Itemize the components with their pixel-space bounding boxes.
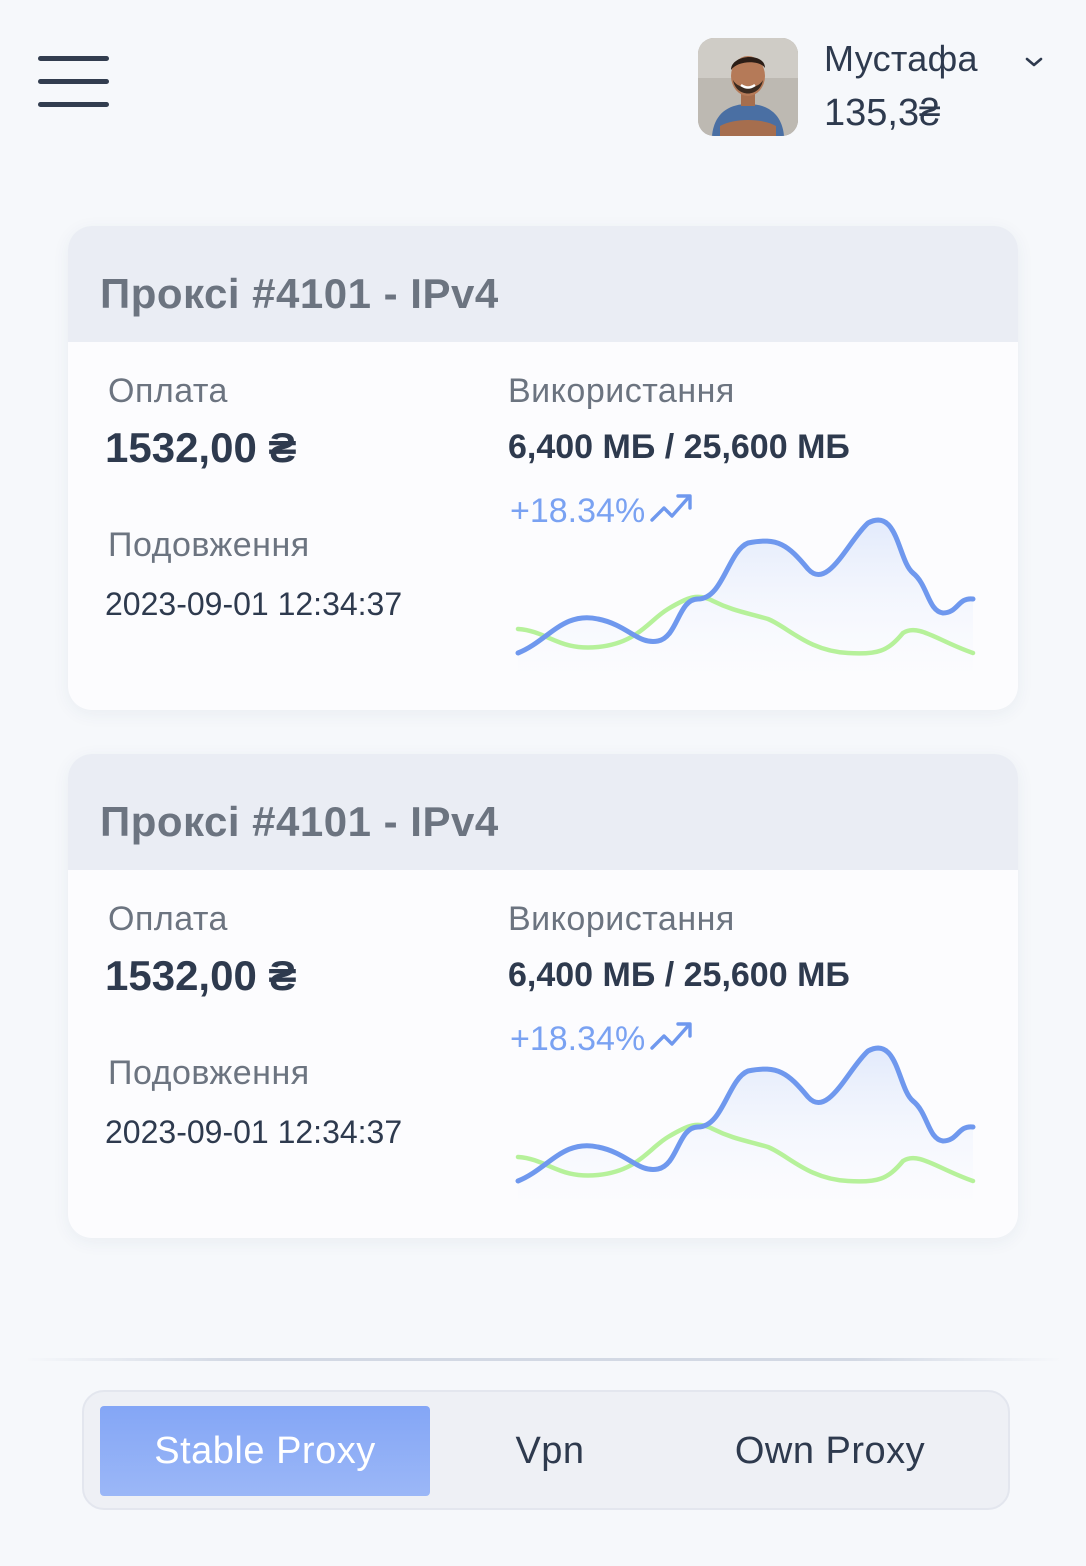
extension-value: 2023-09-01 12:34:37 <box>105 586 403 622</box>
usage-sparkline <box>515 517 976 671</box>
payment-label: Оплата <box>108 900 228 938</box>
chevron-down-icon[interactable] <box>1022 50 1046 74</box>
hamburger-menu-icon <box>38 56 109 61</box>
usage-sparkline <box>515 1045 976 1199</box>
bottom-divider <box>24 1358 1062 1361</box>
usage-label: Використання <box>508 372 735 410</box>
avatar[interactable] <box>698 38 798 136</box>
usage-label: Використання <box>508 900 735 938</box>
extension-label: Подовження <box>108 1054 310 1092</box>
user-profile-dropdown[interactable]: Мустафа 135,3₴ <box>698 38 1058 138</box>
card-header: Проксі #4101 - IPv4 <box>68 226 1018 342</box>
extension-label: Подовження <box>108 526 310 564</box>
extension-value: 2023-09-01 12:34:37 <box>105 1114 403 1150</box>
payment-label: Оплата <box>108 372 228 410</box>
usage-value: 6,400 МБ / 25,600 МБ <box>508 956 850 994</box>
card-title: Проксі #4101 - IPv4 <box>100 270 499 317</box>
user-name: Мустафа <box>824 38 978 79</box>
usage-value: 6,400 МБ / 25,600 МБ <box>508 428 850 466</box>
bottom-tab-bar: Stable Proxy Vpn Own Proxy <box>82 1390 1010 1510</box>
payment-value: 1532,00 ₴ <box>105 952 297 999</box>
tab-own-proxy[interactable]: Own Proxy <box>680 1406 980 1496</box>
proxy-card[interactable]: Проксі #4101 - IPv4 Оплата 1532,00 ₴ Под… <box>68 754 1018 1238</box>
user-balance: 135,3₴ <box>824 92 941 134</box>
menu-button[interactable] <box>38 56 110 108</box>
card-title: Проксі #4101 - IPv4 <box>100 798 499 845</box>
payment-value: 1532,00 ₴ <box>105 424 297 471</box>
card-header: Проксі #4101 - IPv4 <box>68 754 1018 870</box>
user-avatar-image <box>698 38 798 136</box>
tab-stable-proxy[interactable]: Stable Proxy <box>100 1406 430 1496</box>
tab-vpn[interactable]: Vpn <box>430 1406 670 1496</box>
proxy-card[interactable]: Проксі #4101 - IPv4 Оплата 1532,00 ₴ Под… <box>68 226 1018 710</box>
